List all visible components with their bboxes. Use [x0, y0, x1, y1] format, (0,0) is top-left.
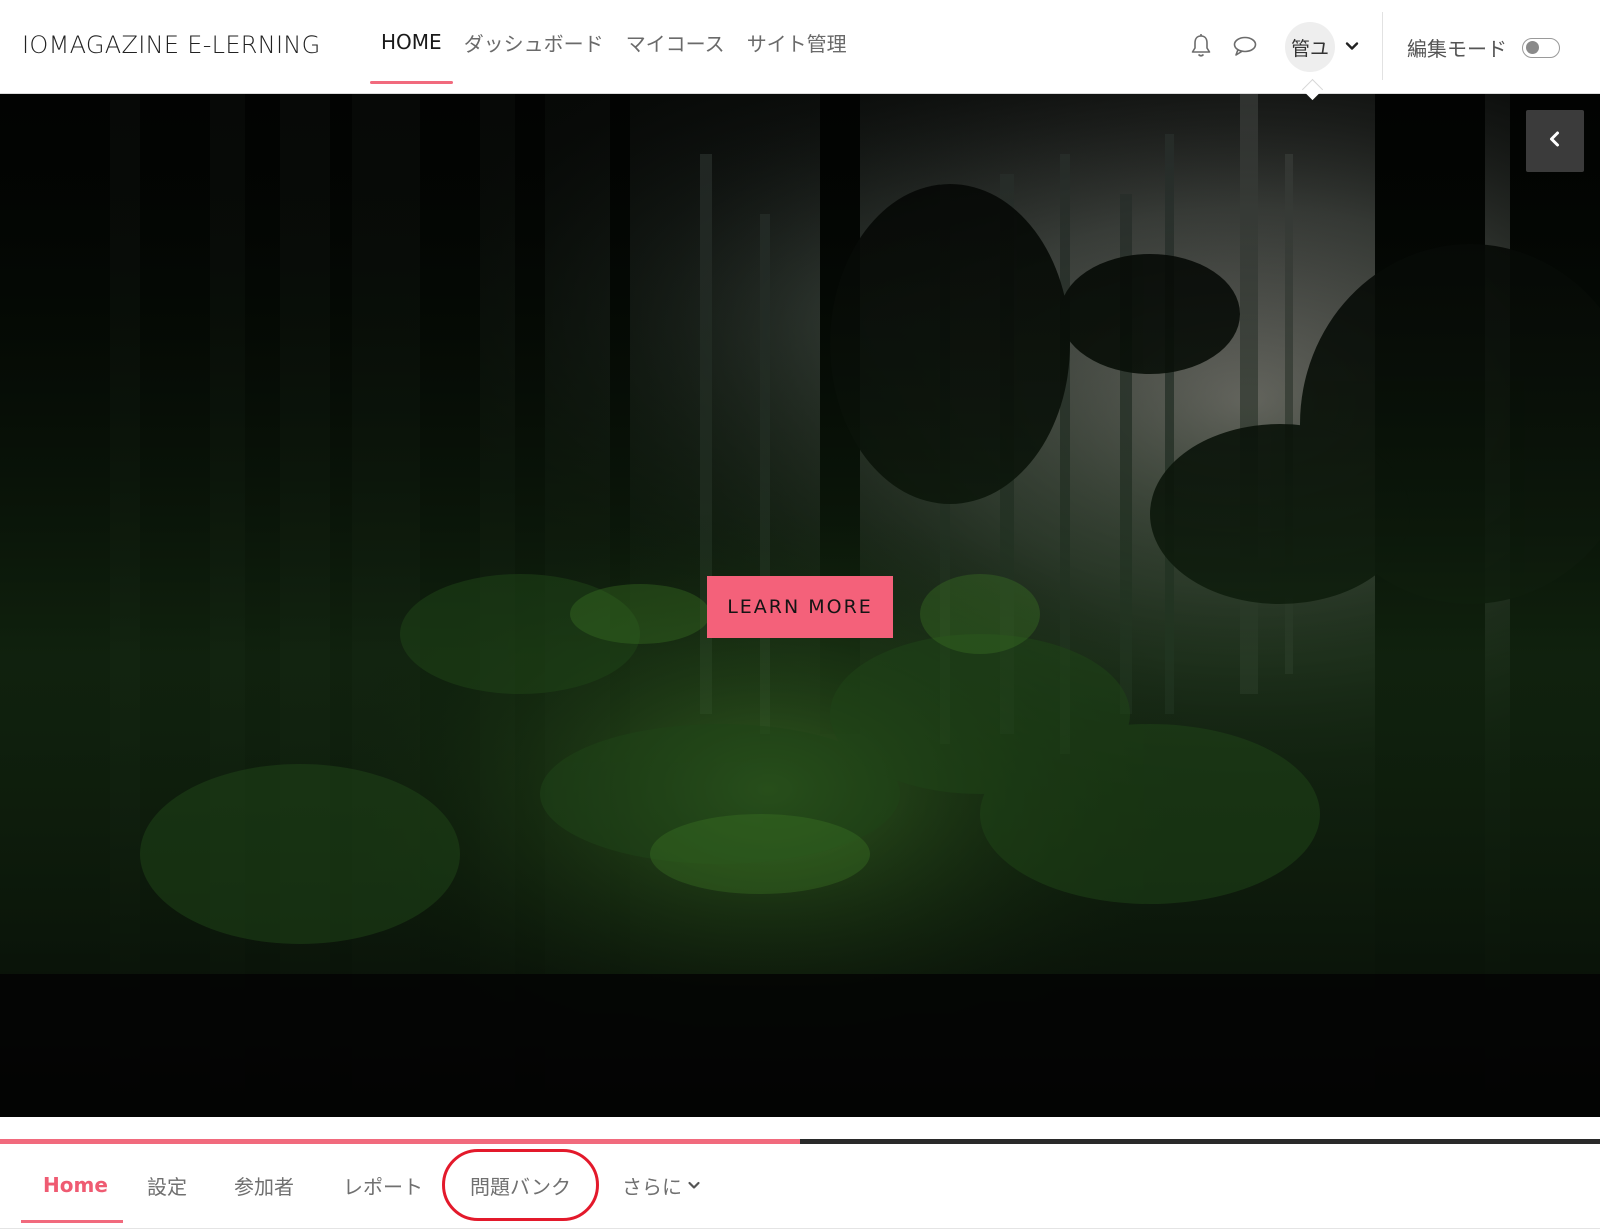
- nav-item-dashboard[interactable]: ダッシュボード: [453, 0, 615, 94]
- top-navbar: IOMAGAZINE E-LERNING HOME ダッシュボード マイコース …: [0, 0, 1600, 101]
- site-brand[interactable]: IOMAGAZINE E-LERNING: [22, 31, 321, 59]
- toggle-knob: [1526, 41, 1539, 54]
- secondary-nav-more-label: さらに: [622, 1174, 682, 1199]
- chevron-down-icon: [687, 1178, 701, 1192]
- hero-slider: LEARN MORE: [0, 94, 1600, 1117]
- learn-more-button[interactable]: LEARN MORE: [707, 576, 893, 638]
- nav-item-home[interactable]: HOME: [370, 0, 453, 94]
- avatar-initials: 管ユ: [1290, 37, 1329, 60]
- edit-mode-label: 編集モード: [1407, 37, 1507, 61]
- secondary-nav-settings[interactable]: 設定: [147, 1144, 187, 1226]
- secondary-nav-question-bank[interactable]: 問題バンク: [470, 1144, 571, 1226]
- secondary-nav-home[interactable]: Home: [43, 1144, 108, 1226]
- nav-item-site-admin[interactable]: サイト管理: [736, 0, 858, 94]
- secondary-nav-reports[interactable]: レポート: [343, 1144, 423, 1226]
- chevron-down-icon[interactable]: [1344, 38, 1360, 54]
- drawer-toggle-button[interactable]: [1526, 110, 1584, 172]
- primary-nav: HOME ダッシュボード マイコース サイト管理: [370, 0, 858, 94]
- secondary-nav-participants[interactable]: 参加者: [234, 1144, 294, 1226]
- secondary-nav-more[interactable]: さらに: [622, 1144, 701, 1226]
- secondary-nav-active-indicator: [21, 1220, 123, 1223]
- course-secondary-nav: Home 設定 参加者 レポート 問題バンク さらに: [0, 1144, 1600, 1229]
- bell-icon[interactable]: [1187, 32, 1215, 60]
- navbar-divider: [1382, 12, 1383, 80]
- nav-item-my-courses[interactable]: マイコース: [615, 0, 736, 94]
- chevron-left-icon: [1545, 129, 1565, 153]
- user-avatar[interactable]: 管ユ: [1285, 22, 1335, 72]
- chat-bubble-icon[interactable]: [1231, 32, 1259, 60]
- edit-mode-toggle[interactable]: [1522, 38, 1560, 58]
